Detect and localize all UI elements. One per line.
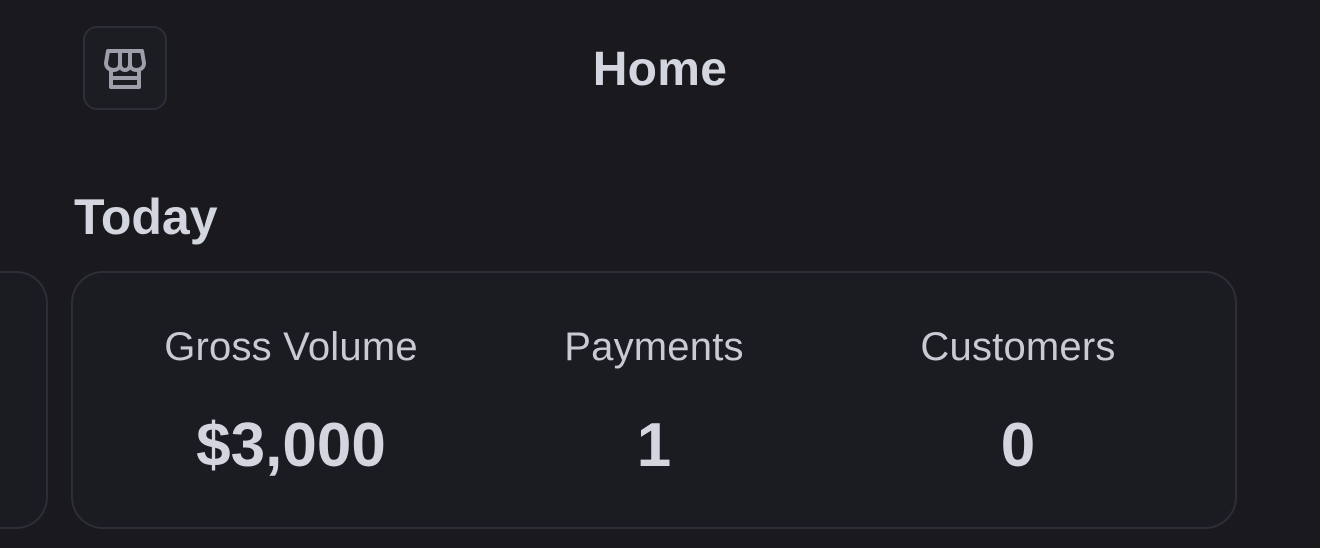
stat-label: Payments: [564, 325, 744, 369]
stat-gross-volume: Gross Volume $3,000: [111, 321, 471, 481]
page-title: Home: [592, 43, 728, 96]
home-screen: Home Today Gross Volume $3,000 Payments …: [0, 0, 1320, 548]
stat-label: Gross Volume: [164, 325, 418, 369]
today-stats-card[interactable]: Gross Volume $3,000 Payments 1 Customers…: [71, 271, 1237, 529]
previous-card[interactable]: [0, 271, 48, 529]
stat-value: 1: [636, 411, 672, 480]
stat-label: Customers: [920, 325, 1116, 369]
stat-value: $3,000: [196, 411, 386, 480]
stat-payments: Payments 1: [474, 321, 834, 481]
stat-value: 0: [1000, 411, 1036, 480]
section-title-today: Today: [74, 189, 218, 245]
stat-customers: Customers 0: [838, 321, 1198, 481]
